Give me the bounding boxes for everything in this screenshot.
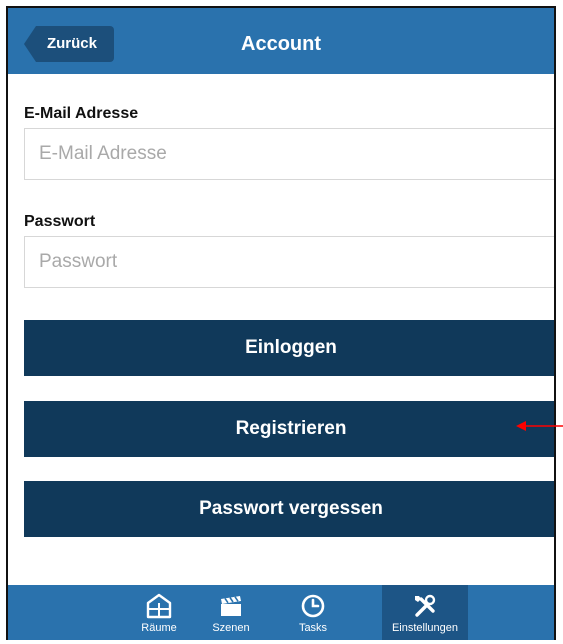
clock-icon [301, 594, 325, 618]
email-field[interactable] [24, 128, 554, 180]
tab-label: Szenen [212, 622, 250, 634]
page-title: Account [241, 33, 321, 55]
tab-label: Einstellungen [391, 622, 459, 634]
tools-icon [415, 594, 436, 617]
tab-label: Tasks [298, 622, 328, 634]
email-label: E-Mail Adresse [24, 105, 139, 122]
login-button[interactable]: Einloggen [24, 320, 554, 376]
tab-bar: Räume Szenen Tasks Einstellungen [8, 585, 554, 640]
register-button[interactable]: Registrieren [24, 401, 554, 457]
forgot-password-button[interactable]: Passwort vergessen [24, 481, 554, 537]
tab-settings[interactable]: Einstellungen [382, 585, 468, 640]
app-frame: Zurück Account E-Mail Adresse Passwort E… [6, 6, 556, 640]
clapperboard-icon [221, 596, 241, 616]
tab-scenes[interactable]: Szenen [188, 585, 274, 640]
annotation-arrow [516, 421, 563, 431]
password-label: Passwort [24, 213, 96, 230]
rooms-icon [146, 593, 172, 619]
password-field[interactable] [24, 236, 554, 288]
header-bar: Zurück Account [8, 8, 554, 74]
tab-tasks[interactable]: Tasks [270, 585, 356, 640]
